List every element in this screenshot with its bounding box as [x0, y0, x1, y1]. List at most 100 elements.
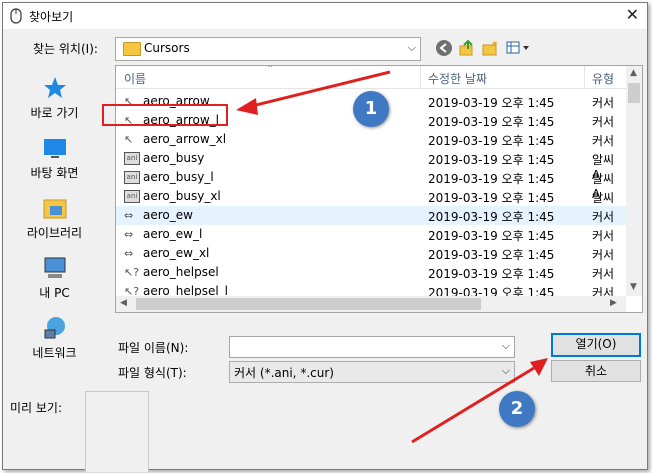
sort-ascending-icon: ⌃	[266, 65, 275, 75]
view-menu-icon[interactable]	[505, 39, 531, 57]
file-name: aero_ew_l	[143, 227, 203, 241]
scroll-down-icon[interactable]: ▼	[630, 282, 637, 292]
chevron-down-icon: ⌵	[501, 364, 510, 377]
svg-text:✷: ✷	[491, 40, 499, 50]
up-folder-icon[interactable]	[458, 39, 476, 57]
place-label: 내 PC	[39, 286, 70, 300]
column-date[interactable]: 수정한 날짜	[428, 70, 487, 87]
file-row[interactable]: aniaero_busy_xl2019-03-19 오후 1:45알씨 A	[116, 187, 626, 220]
column-type[interactable]: 유형	[592, 70, 614, 87]
window-title: 찾아보기	[29, 10, 74, 24]
file-name: aero_helpsel	[143, 265, 219, 279]
help-cursor-icon: ↖?	[124, 266, 140, 279]
mouse-icon	[10, 8, 22, 24]
file-name: aero_arrow_xl	[143, 132, 227, 146]
file-type: 커서	[592, 210, 615, 224]
place-network[interactable]: 네트워크	[7, 315, 102, 361]
desktop-icon	[43, 139, 66, 158]
filetype-value: 커서 (*.ani, *.cur)	[234, 366, 334, 380]
animated-cursor-icon: ani	[124, 190, 140, 203]
chevron-down-icon[interactable]: ⌵	[502, 339, 510, 353]
place-label: 바탕 화면	[30, 166, 79, 180]
cancel-button[interactable]: 취소	[551, 360, 641, 382]
resize-ew-icon: ⇔	[124, 228, 134, 241]
filetype-label: 파일 형식(T):	[118, 366, 187, 380]
column-divider[interactable]	[420, 66, 421, 88]
resize-ew-icon: ⇔	[124, 209, 134, 222]
file-row[interactable]: ⇔ aero_ew 2019-03-19 오후 1:45 커서	[116, 206, 626, 225]
step-1-badge: 1	[353, 91, 389, 127]
preview-label: 미리 보기:	[10, 401, 63, 415]
file-date: 2019-03-19 오후 1:45	[428, 267, 555, 281]
file-type: 커서	[592, 229, 615, 243]
file-row[interactable]: ani aero_busy 2019-03-19 오후 1:45 알씨 A	[116, 149, 626, 182]
place-this-pc[interactable]: 내 PC	[7, 255, 102, 301]
scroll-left-icon[interactable]: ◀	[120, 298, 127, 308]
look-in-label: 찾는 위치(I):	[33, 42, 98, 56]
column-divider[interactable]	[584, 66, 585, 88]
file-date: 2019-03-19 오후 1:45	[428, 115, 555, 129]
animated-cursor-icon: ani	[124, 171, 140, 184]
file-row[interactable]: ↖? aero_helpsel 2019-03-19 오후 1:45 커서	[116, 263, 626, 282]
network-icon	[44, 317, 65, 339]
highlight-box	[102, 104, 228, 126]
library-icon	[43, 199, 66, 219]
file-name: aero_busy	[143, 151, 205, 165]
file-type: 커서	[592, 248, 615, 262]
file-date: 2019-03-19 오후 1:45	[428, 96, 555, 110]
cursor-icon: ↖	[124, 133, 134, 146]
browse-dialog: 찾아보기 ✕ 찾는 위치(I): Cursors ⌵ ✷ 바로 가기 바탕 화면…	[2, 2, 648, 472]
file-type: 커서	[592, 134, 615, 148]
filename-field[interactable]: ⌵	[229, 336, 515, 358]
file-name: aero_ew	[143, 208, 193, 222]
scroll-right-icon[interactable]: ▶	[610, 298, 617, 308]
file-row[interactable]: ⇔ aero_ew_xl 2019-03-19 오후 1:45 커서	[116, 244, 626, 263]
file-name: aero_ew_xl	[143, 246, 210, 260]
chevron-down-icon: ⌵	[407, 41, 416, 54]
filetype-select[interactable]: 커서 (*.ani, *.cur) ⌵	[229, 361, 515, 383]
star-icon	[43, 77, 66, 98]
scroll-thumb[interactable]	[136, 298, 481, 310]
place-desktop[interactable]: 바탕 화면	[7, 135, 102, 181]
file-name: aero_busy_xl	[143, 189, 221, 203]
file-date: 2019-03-19 오후 1:45	[428, 153, 555, 167]
file-name: aero_busy_l	[143, 170, 214, 184]
folder-icon	[123, 42, 141, 56]
place-label: 네트워크	[32, 346, 77, 360]
scroll-up-icon[interactable]: ▲	[630, 68, 637, 78]
animated-cursor-icon: ani	[124, 152, 140, 165]
preview-pane	[85, 391, 149, 472]
file-date: 2019-03-19 오후 1:45	[428, 248, 555, 262]
places-bar: 바로 가기 바탕 화면 라이브러리 내 PC 네트워크	[7, 65, 102, 371]
file-date: 2019-03-19 오후 1:45	[428, 191, 555, 205]
title-bar: 찾아보기 ✕	[3, 3, 647, 29]
place-libraries[interactable]: 라이브러리	[7, 195, 102, 241]
file-date: 2019-03-19 오후 1:45	[428, 134, 555, 148]
resize-ew-icon: ⇔	[124, 247, 134, 260]
vertical-scrollbar[interactable]: ▲ ▼	[626, 66, 642, 296]
place-label: 라이브러리	[26, 226, 83, 240]
filename-label: 파일 이름(N):	[118, 341, 189, 355]
back-icon[interactable]	[435, 39, 453, 57]
file-date: 2019-03-19 오후 1:45	[428, 172, 555, 186]
open-button[interactable]: 열기(O)	[551, 333, 641, 357]
file-date: 2019-03-19 오후 1:45	[428, 210, 555, 224]
look-in-value: Cursors	[144, 41, 190, 55]
close-icon[interactable]: ✕	[626, 5, 639, 24]
file-row[interactable]: ↖ aero_arrow_xl 2019-03-19 오후 1:45 커서	[116, 130, 626, 149]
horizontal-scrollbar[interactable]: ◀ ▶	[116, 296, 626, 312]
place-quick-access[interactable]: 바로 가기	[7, 75, 102, 121]
look-in-combo[interactable]: Cursors ⌵	[115, 37, 421, 61]
column-name[interactable]: 이름	[124, 70, 146, 87]
list-header: 이름 ⌃ 수정한 날짜 유형	[116, 66, 626, 89]
new-folder-icon[interactable]: ✷	[481, 39, 499, 57]
step-2-badge: 2	[499, 391, 535, 427]
scroll-thumb[interactable]	[628, 83, 640, 103]
file-type: 커서	[592, 267, 615, 281]
file-row[interactable]: ani aero_busy_l 2019-03-19 오후 1:45 알씨 A	[116, 168, 626, 201]
computer-icon	[44, 257, 65, 278]
file-type: 커서	[592, 115, 615, 129]
file-row[interactable]: ⇔ aero_ew_l 2019-03-19 오후 1:45 커서	[116, 225, 626, 244]
file-date: 2019-03-19 오후 1:45	[428, 229, 555, 243]
place-label: 바로 가기	[30, 106, 79, 120]
